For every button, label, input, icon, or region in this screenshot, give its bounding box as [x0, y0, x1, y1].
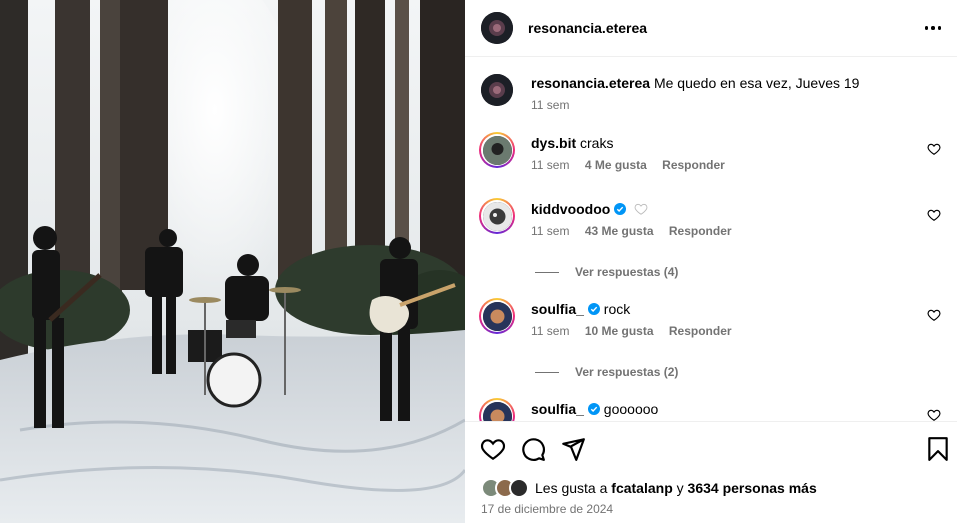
avatar [509, 478, 529, 498]
view-replies-button[interactable]: Ver respuestas (2) [535, 365, 678, 379]
band-in-forest-photo [0, 0, 465, 523]
comment-likes[interactable]: 43 Me gusta [585, 224, 654, 238]
story-ring[interactable] [479, 298, 515, 334]
author-avatar[interactable] [481, 12, 513, 44]
comment-text: soulfia_ rock [531, 300, 630, 318]
comment-username[interactable]: kiddvoodoo [531, 201, 610, 217]
view-replies-button[interactable]: Ver respuestas (4) [535, 265, 678, 279]
likes-prefix: Les gusta a [535, 480, 608, 496]
post-media[interactable] [0, 0, 465, 523]
comment-time[interactable]: 11 sem [531, 224, 569, 238]
comment-time[interactable]: 11 sem [531, 324, 569, 338]
caption-text: resonancia.eterea Me quedo en esa vez, J… [531, 74, 859, 92]
post-header: resonancia.eterea [465, 0, 957, 57]
comment-likes[interactable]: 4 Me gusta [585, 158, 647, 172]
heart-icon[interactable] [927, 408, 941, 421]
comment-username[interactable]: soulfia_ [531, 401, 584, 417]
view-replies-label: Ver respuestas (4) [575, 265, 679, 279]
commenter-avatar [482, 401, 512, 421]
story-ring[interactable] [479, 132, 515, 168]
replies-divider [535, 371, 559, 373]
comment-body: craks [580, 135, 614, 151]
comments-list[interactable]: resonancia.eterea Me quedo en esa vez, J… [465, 58, 957, 421]
heart-icon[interactable] [927, 308, 941, 322]
bookmark-icon[interactable] [925, 436, 951, 462]
post-date: 17 de diciembre de 2024 [481, 502, 614, 516]
caption-meta: 11 sem [531, 98, 581, 112]
likes-conj: y [676, 480, 684, 496]
view-replies-label: Ver respuestas (2) [575, 365, 679, 379]
author-username[interactable]: resonancia.eterea [528, 20, 647, 36]
comment-body: goooooo [603, 401, 659, 417]
comment-meta: 11 sem 10 Me gusta Responder [531, 324, 744, 338]
reply-button[interactable]: Responder [662, 158, 725, 172]
comment-text: dys.bit craks [531, 134, 613, 152]
comment-meta: 11 sem 4 Me gusta Responder [531, 158, 737, 172]
comment-meta: 11 sem 43 Me gusta Responder [531, 224, 744, 238]
caption-username[interactable]: resonancia.eterea [531, 75, 650, 91]
commenter-avatar [482, 201, 512, 231]
heart-emoji-icon [634, 203, 648, 215]
replies-divider [535, 271, 559, 273]
post-sidebar: resonancia.eterea resonancia.eterea Me q… [465, 0, 957, 523]
send-icon[interactable] [560, 436, 586, 462]
verified-badge-icon [587, 403, 600, 415]
heart-icon[interactable] [480, 436, 506, 462]
liker-avatars [481, 478, 529, 498]
more-horizontal-icon[interactable] [921, 16, 945, 40]
story-ring[interactable] [479, 398, 515, 421]
heart-icon[interactable] [927, 208, 941, 222]
reply-button[interactable]: Responder [669, 224, 732, 238]
caption-avatar[interactable] [481, 74, 513, 106]
comment-text: soulfia_ goooooo [531, 400, 658, 418]
comment-body: rock [603, 301, 631, 317]
verified-badge-icon [614, 203, 627, 215]
comment-icon[interactable] [520, 436, 546, 462]
comment-likes[interactable]: 10 Me gusta [585, 324, 654, 338]
likes-user[interactable]: fcatalanp [611, 480, 672, 496]
story-ring[interactable] [479, 198, 515, 234]
action-bar: Les gusta a fcatalanp y 3634 personas má… [465, 421, 957, 523]
comment-text: kiddvoodoo [531, 200, 648, 218]
heart-icon[interactable] [927, 142, 941, 156]
commenter-avatar [482, 301, 512, 331]
comment-username[interactable]: dys.bit [531, 135, 576, 151]
reply-button[interactable]: Responder [669, 324, 732, 338]
caption-time[interactable]: 11 sem [531, 98, 569, 112]
likes-summary[interactable]: Les gusta a fcatalanp y 3634 personas má… [481, 478, 817, 498]
caption-body: Me quedo en esa vez, Jueves 19 [653, 75, 860, 91]
verified-badge-icon [587, 303, 600, 315]
comment-username[interactable]: soulfia_ [531, 301, 584, 317]
comment-time[interactable]: 11 sem [531, 158, 569, 172]
likes-others[interactable]: 3634 personas más [688, 480, 817, 496]
commenter-avatar [482, 135, 512, 165]
